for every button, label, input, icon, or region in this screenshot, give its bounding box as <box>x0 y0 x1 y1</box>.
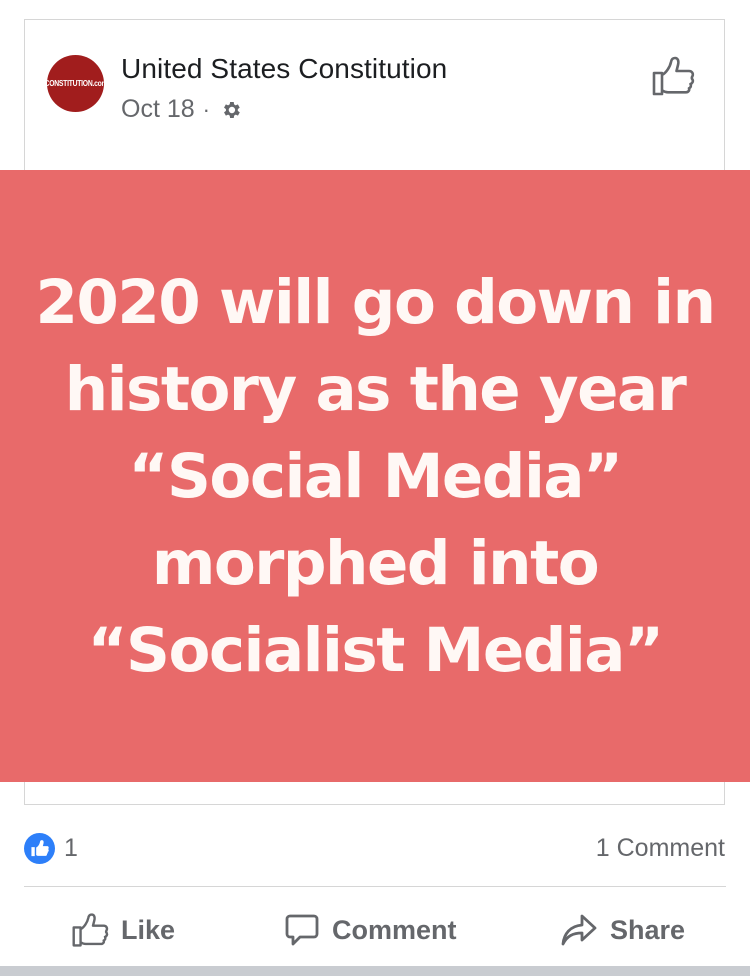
thumbs-up-icon <box>72 913 109 947</box>
bottom-separator <box>0 966 750 976</box>
post-date[interactable]: Oct 18 <box>121 95 195 124</box>
image-text-line: 2020 will go down in <box>35 266 716 338</box>
thumbs-up-icon[interactable] <box>651 55 695 97</box>
share-label: Share <box>610 914 686 945</box>
avatar-label: CONSTITUTION.com <box>47 79 104 88</box>
post-stats: 1 1 Comment <box>0 825 750 871</box>
image-text-line: morphed into <box>151 527 600 599</box>
reaction-count[interactable]: 1 <box>64 834 78 863</box>
share-button[interactable]: Share <box>560 905 685 955</box>
comment-button[interactable]: Comment <box>284 905 457 955</box>
comment-label: Comment <box>332 914 457 945</box>
like-reaction-glyph <box>31 840 49 857</box>
meta-separator: · <box>202 96 210 122</box>
page-name[interactable]: United States Constitution <box>121 53 447 85</box>
gear-icon <box>224 101 240 118</box>
post-header: CONSTITUTION.com United States Constitut… <box>0 0 750 150</box>
post-image[interactable]: 2020 will go down in history as the year… <box>0 170 750 782</box>
action-bar: Like Comment Share <box>0 905 750 955</box>
image-text-line: history as the year <box>64 353 687 425</box>
post-image-text: 2020 will go down in history as the year… <box>0 259 750 694</box>
avatar[interactable]: CONSTITUTION.com <box>47 55 104 112</box>
divider <box>24 886 726 887</box>
comment-icon <box>285 914 319 946</box>
image-text-line: “Socialist Media” <box>87 614 664 686</box>
share-icon <box>561 914 597 946</box>
like-button[interactable]: Like <box>71 905 175 955</box>
comment-count[interactable]: 1 Comment <box>596 834 725 863</box>
image-text-line: “Social Media” <box>128 440 623 512</box>
like-reaction-icon[interactable] <box>24 833 55 864</box>
post-meta: Oct 18 · <box>121 95 242 124</box>
like-label: Like <box>121 914 176 945</box>
